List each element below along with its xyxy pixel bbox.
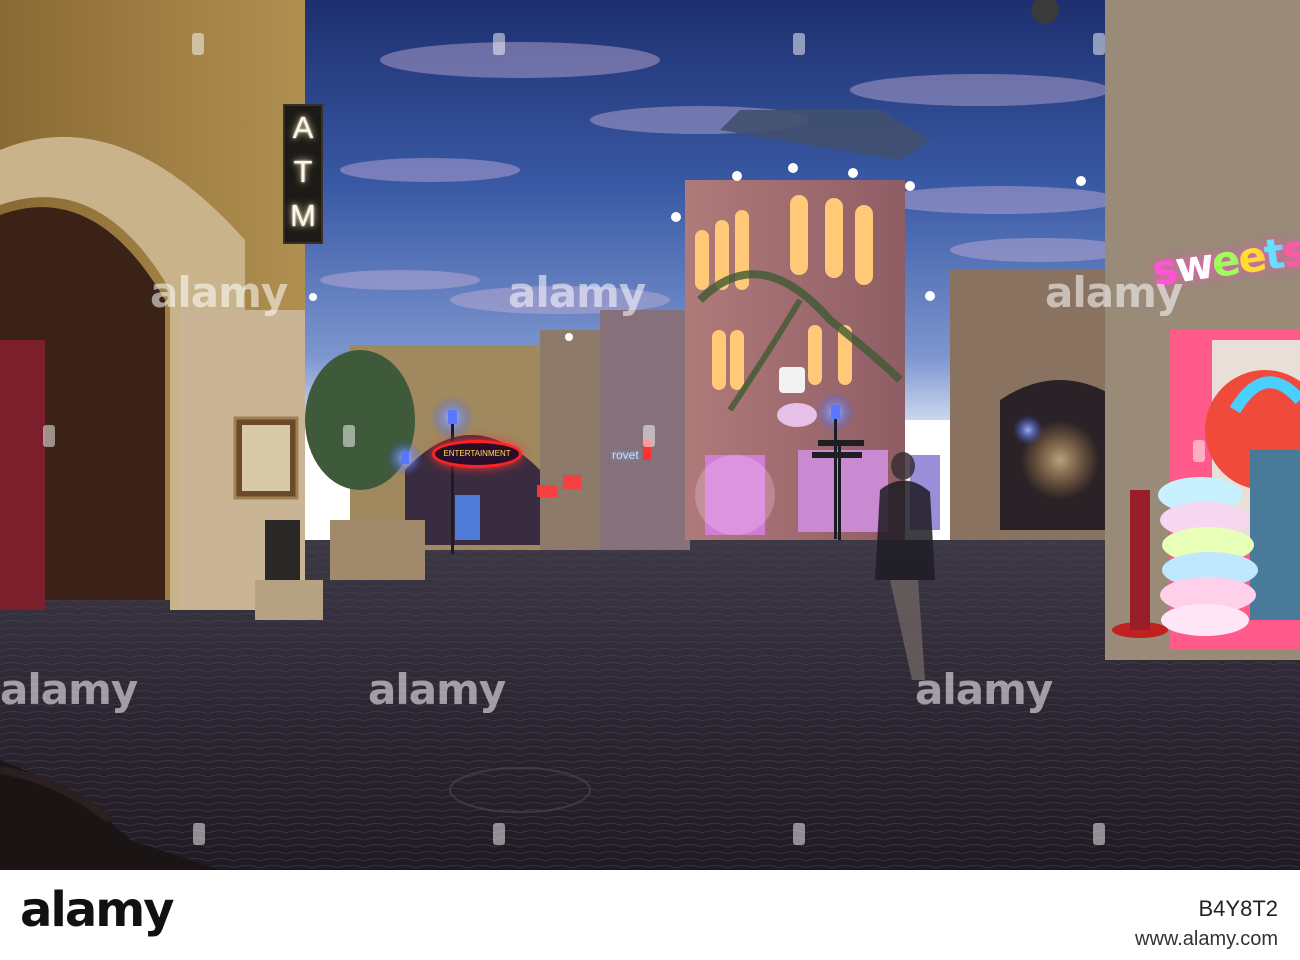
- entertainment-neon-sign: ENTERTAINMENT: [432, 440, 522, 468]
- photo-scene: A T M sweets ENTERTAINMENT rovet alamy a…: [0, 0, 1300, 870]
- watermark-mark: [793, 823, 805, 845]
- watermark-text: alamy: [150, 268, 288, 317]
- atm-sign: A T M: [283, 104, 323, 244]
- watermark-text: alamy: [1045, 268, 1183, 317]
- watermark-mark: [193, 823, 205, 845]
- atm-sign-letter: M: [290, 198, 316, 233]
- watermark-text: alamy: [508, 268, 646, 317]
- atm-sign-letter: T: [293, 154, 313, 189]
- image-id: B4Y8T2: [1198, 896, 1279, 921]
- website-link[interactable]: www.alamy.com: [1135, 928, 1278, 951]
- watermark-mark: [1193, 440, 1205, 462]
- watermark-text: alamy: [0, 665, 138, 714]
- watermark-mark: [1093, 33, 1105, 55]
- watermark-mark: [793, 33, 805, 55]
- stock-footer: alamy B4Y8T2 www.alamy.com: [0, 870, 1300, 960]
- watermark-mark: [493, 823, 505, 845]
- atm-sign-letter: A: [292, 110, 314, 145]
- watermark-mark: [343, 425, 355, 447]
- alamy-logo[interactable]: alamy: [20, 882, 175, 938]
- watermark-text: alamy: [368, 665, 506, 714]
- watermark-mark: [1093, 823, 1105, 845]
- watermark-mark: [643, 425, 655, 447]
- watermark-mark: [43, 425, 55, 447]
- watermark-text: alamy: [915, 665, 1053, 714]
- watermark-mark: [493, 33, 505, 55]
- watermark-mark: [192, 33, 204, 55]
- rovet-neon-sign: rovet: [612, 448, 639, 462]
